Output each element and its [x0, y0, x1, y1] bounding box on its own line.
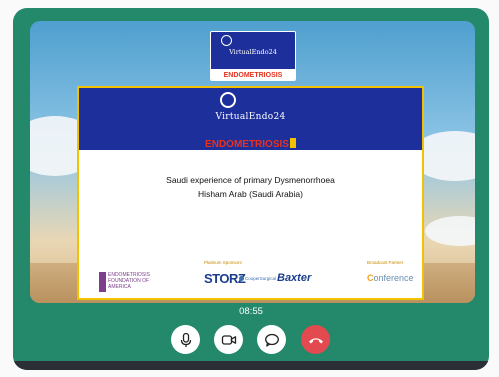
window-bottom-bar — [13, 361, 489, 370]
chat-button[interactable] — [257, 325, 286, 354]
slide-banner-text: ENDOMETRIOSIS — [205, 139, 289, 150]
efa-line: AMERICA — [108, 284, 131, 290]
talk-title: Saudi experience of primary Dysmenorrhoe… — [166, 175, 335, 185]
broadcast-partner-label: Broadcast Partner — [367, 260, 404, 265]
thumbnail-title: VirtualEndo24 — [229, 48, 277, 56]
slide-banner: ENDOMETRIOSIS — [79, 138, 422, 150]
platinum-sponsors-label: Platinum Sponsors — [204, 260, 242, 265]
microphone-icon — [180, 332, 191, 347]
awareness-ribbon-icon — [289, 138, 296, 148]
presentation-slide: VirtualEndo24 ENDOMETRIOSIS Saudi experi… — [77, 86, 424, 300]
conference-logo: Conference — [367, 273, 414, 283]
efa-logo-mark-icon — [99, 272, 106, 292]
camera-icon — [221, 334, 236, 345]
hang-up-button[interactable] — [301, 325, 330, 354]
conference-logo-icon — [220, 92, 236, 108]
video-call-window: VirtualEndo24 ENDOMETRIOSIS VirtualEndo2… — [13, 8, 489, 370]
call-timer: 08:55 — [239, 306, 263, 317]
chat-bubble-icon — [264, 333, 279, 347]
speaker-thumbnail[interactable]: VirtualEndo24 ENDOMETRIOSIS — [210, 31, 296, 81]
camera-button[interactable] — [214, 325, 243, 354]
background-cloud — [425, 216, 475, 246]
slide-header: VirtualEndo24 ENDOMETRIOSIS — [79, 88, 422, 150]
thumbnail-banner: ENDOMETRIOSIS — [223, 72, 283, 79]
phone-hangup-icon — [308, 337, 323, 343]
microphone-button[interactable] — [171, 325, 200, 354]
efa-logo: ENDOMETRIOSIS FOUNDATION OF AMERICA — [99, 272, 179, 294]
conference-logo-icon — [221, 35, 232, 46]
shared-screen-stage: VirtualEndo24 ENDOMETRIOSIS VirtualEndo2… — [30, 21, 475, 303]
coopersurgical-logo-icon — [239, 276, 244, 281]
baxter-logo: Baxter — [277, 272, 312, 284]
slide-header-title: VirtualEndo24 — [215, 112, 286, 122]
coopersurgical-logo: CooperSurgical — [245, 276, 277, 281]
conference-logo-text: onference — [373, 273, 414, 283]
talk-speaker: Hisham Arab (Saudi Arabia) — [198, 189, 303, 199]
